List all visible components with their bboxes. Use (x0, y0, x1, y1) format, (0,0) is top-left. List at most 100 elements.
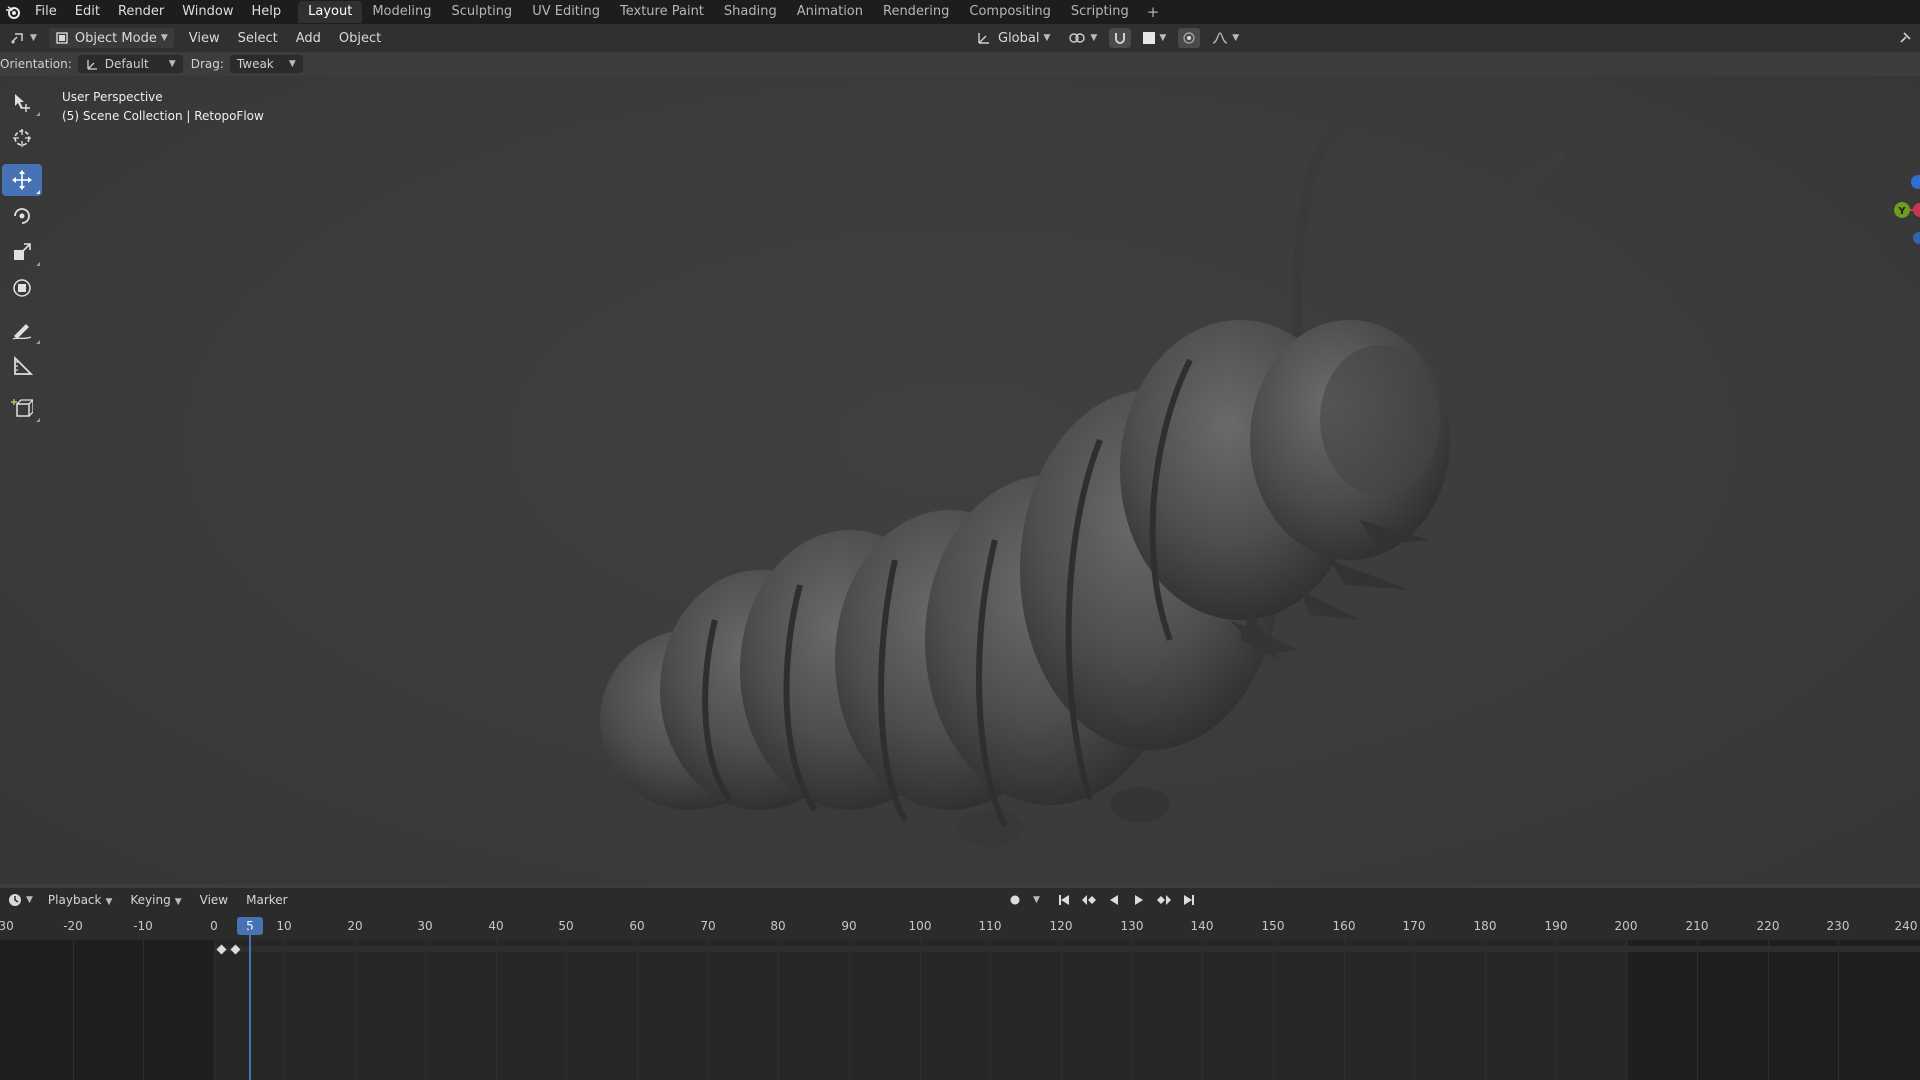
tick-label: 20 (347, 919, 363, 933)
viewport-menus: View Select Add Object (180, 28, 390, 48)
rotate-icon (14, 208, 30, 224)
menu-render[interactable]: Render (109, 0, 173, 24)
tick-label: 30 (417, 919, 433, 933)
tab-shading[interactable]: Shading (714, 1, 787, 23)
tick-label: 110 (978, 919, 1002, 933)
menu-timeline-view[interactable]: View (191, 893, 237, 907)
mode-dropdown[interactable]: Object Mode ▼ (48, 28, 174, 48)
menu-select[interactable]: Select (229, 28, 287, 48)
editor-type-icon (11, 33, 23, 44)
tab-sculpting[interactable]: Sculpting (441, 1, 522, 23)
falloff-icon (1213, 32, 1228, 44)
menu-keying[interactable]: Keying ▼ (121, 893, 190, 907)
tick-label: 10 (276, 919, 292, 933)
tick-label: 80 (770, 919, 786, 933)
tick-label: 120 (1049, 919, 1073, 933)
timeline-editor-type-button[interactable]: ▼ (2, 890, 39, 910)
editor-type-button[interactable]: ▼ (4, 28, 43, 48)
keying-set-dropdown-icon[interactable]: ▼ (1033, 895, 1040, 905)
add-workspace-icon[interactable]: + (1139, 3, 1168, 21)
snap-target-dropdown[interactable]: ▼ (1137, 28, 1172, 48)
menu-object[interactable]: Object (330, 28, 390, 48)
tab-compositing[interactable]: Compositing (959, 1, 1061, 23)
3d-viewport[interactable]: User Perspective (5) Scene Collection | … (0, 76, 1920, 884)
annotate-tool-button[interactable] (2, 314, 42, 346)
orientation-setting-dropdown[interactable]: Default ▼ (77, 55, 183, 73)
tab-layout[interactable]: Layout (298, 1, 363, 23)
tab-animation[interactable]: Animation (787, 1, 873, 23)
tick-label: 180 (1473, 919, 1497, 933)
tab-rendering[interactable]: Rendering (873, 1, 959, 23)
menu-marker[interactable]: Marker (237, 893, 296, 907)
next-keyframe-icon (1156, 895, 1171, 905)
tab-modeling[interactable]: Modeling (362, 1, 441, 23)
tick-label: 90 (841, 919, 857, 933)
proportional-edit-toggle[interactable] (1178, 28, 1201, 48)
play-reverse-button[interactable] (1103, 890, 1125, 910)
next-keyframe-button[interactable] (1153, 890, 1175, 910)
top-menu-bar: File Edit Render Window Help Layout Mode… (0, 0, 1920, 24)
drag-setting-label: Drag: (190, 57, 224, 71)
jump-end-button[interactable] (1178, 890, 1200, 910)
menu-playback[interactable]: Playback ▼ (39, 893, 121, 907)
summary-channel (214, 946, 1920, 952)
prev-keyframe-icon (1081, 895, 1096, 905)
orientation-setting-value: Default (104, 57, 149, 71)
measure-tool-button[interactable] (2, 350, 42, 382)
auto-keying-toggle[interactable] (1004, 890, 1026, 910)
pivot-dropdown[interactable]: ▼ (1062, 28, 1103, 48)
cursor-tool-button[interactable] (2, 122, 42, 154)
tick-label: 60 (629, 919, 645, 933)
tick-label: 50 (558, 919, 574, 933)
tick-label: 130 (1120, 919, 1144, 933)
tick-label: 160 (1332, 919, 1356, 933)
menu-view[interactable]: View (180, 28, 229, 48)
play-button[interactable] (1128, 890, 1150, 910)
pin-icon (1900, 32, 1911, 43)
transform-tool-button[interactable] (2, 272, 42, 304)
timeline-body[interactable] (0, 940, 1920, 1080)
caterpillar-model[interactable] (0, 76, 1920, 884)
playback-controls: ▼ (1004, 890, 1200, 910)
falloff-dropdown[interactable]: ▼ (1206, 28, 1245, 48)
neg-z-axis-icon[interactable] (1913, 232, 1920, 244)
transform-tools: Global ▼ ▼ ▼ ▼ (970, 28, 1245, 48)
scale-tool-button[interactable] (2, 236, 42, 268)
jump-to-end-icon (1183, 895, 1194, 905)
transform-icon (13, 279, 31, 297)
tab-texture-paint[interactable]: Texture Paint (610, 1, 714, 23)
tool-shelf (2, 86, 44, 428)
menu-window[interactable]: Window (173, 0, 242, 24)
scale-icon (14, 243, 31, 260)
out-of-range-right (1628, 940, 1920, 1080)
blender-logo-icon[interactable] (0, 0, 26, 24)
tab-uv-editing[interactable]: UV Editing (522, 1, 610, 23)
tweak-tool-button[interactable] (2, 86, 42, 118)
rotate-tool-button[interactable] (2, 200, 42, 232)
x-axis-icon[interactable] (1913, 203, 1920, 217)
timeline-ruler[interactable]: -30 -20 -10 0 10 20 30 40 50 60 70 80 90… (0, 912, 1920, 940)
navigation-gizmo[interactable]: Y (1880, 164, 1920, 254)
jump-start-button[interactable] (1053, 890, 1075, 910)
drag-setting-dropdown[interactable]: Tweak ▼ (229, 55, 303, 73)
snap-toggle[interactable] (1109, 28, 1132, 48)
tick-label: 40 (488, 919, 504, 933)
tick-label: 190 (1544, 919, 1568, 933)
orientation-dropdown[interactable]: Global ▼ (970, 28, 1056, 48)
menu-edit[interactable]: Edit (66, 0, 109, 24)
add-cube-tool-button[interactable] (2, 392, 42, 424)
menu-help[interactable]: Help (243, 0, 291, 24)
playhead[interactable] (249, 928, 251, 1080)
tick-label: 240 (1894, 919, 1918, 933)
orientation-label: Global (998, 30, 1040, 46)
menu-file[interactable]: File (26, 0, 66, 24)
viewport-settings-button[interactable] (1894, 28, 1916, 48)
menu-add[interactable]: Add (287, 28, 330, 48)
move-tool-button[interactable] (2, 164, 42, 196)
tab-scripting[interactable]: Scripting (1061, 1, 1139, 23)
snap-increment-icon (1143, 32, 1156, 44)
jump-to-start-icon (1058, 895, 1069, 905)
z-axis-icon[interactable] (1911, 175, 1920, 189)
tick-label: 150 (1261, 919, 1285, 933)
prev-keyframe-button[interactable] (1078, 890, 1100, 910)
